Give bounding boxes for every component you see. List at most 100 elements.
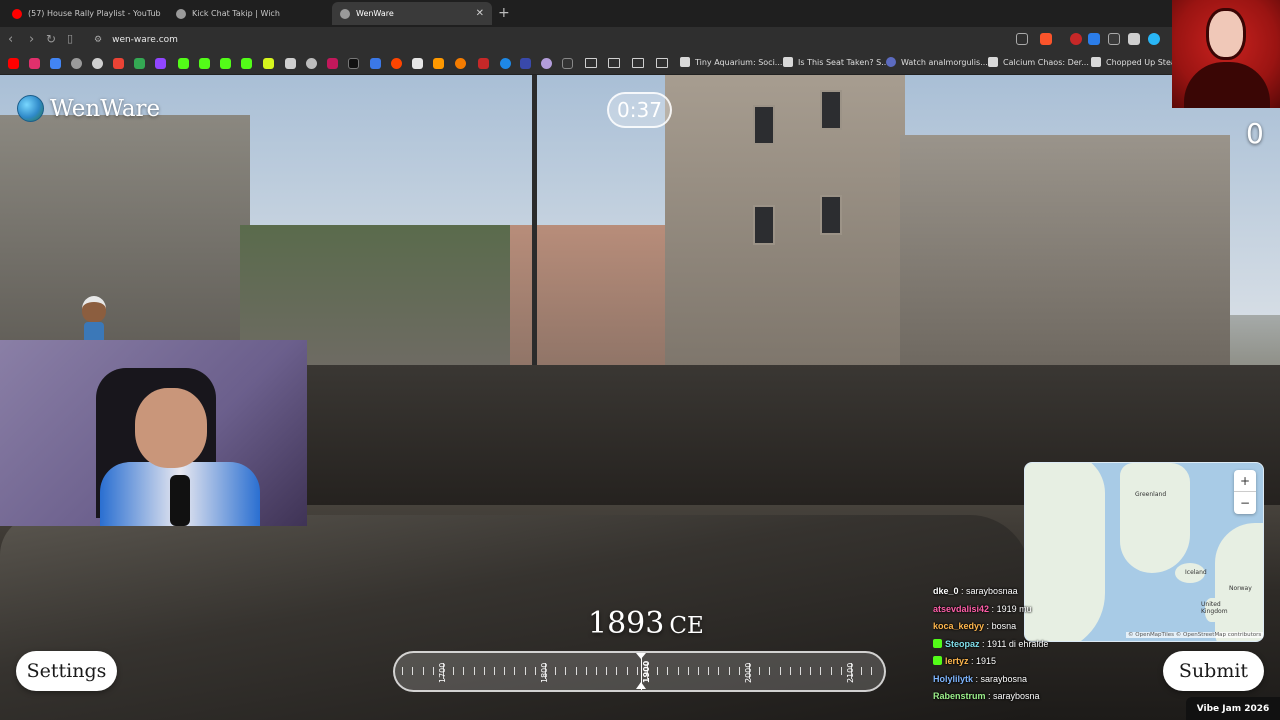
extension-icon[interactable] [263,58,274,69]
share-icon[interactable] [1016,33,1028,45]
extension-icon[interactable] [1070,33,1082,45]
extension-icon[interactable] [500,58,511,69]
extension-icon[interactable] [478,58,489,69]
chat-username[interactable]: koca_kedyy [933,621,984,631]
chat-separator: : [968,656,977,666]
chat-message: Rabenstrum : saraybosna [933,688,1173,706]
chat-username[interactable]: Holylilytk [933,674,973,684]
stream-overlay-portrait [1172,0,1280,108]
year-slider[interactable]: 1700 1800 1900 2000 2100 [393,651,886,692]
address-bar[interactable]: ⚙ wen-ware.com [86,30,1086,50]
youtube-icon [12,8,22,19]
slider-tick [596,667,597,675]
back-icon[interactable]: ‹ [8,32,13,47]
year-display: 1893 CE [588,606,704,641]
vibe-jam-badge[interactable]: Vibe Jam 2026 [1186,697,1280,720]
instagram-icon[interactable] [29,58,40,69]
chat-username[interactable]: lertyz [945,656,969,666]
map-label-greenland: Greenland [1135,491,1167,498]
submit-button[interactable]: Submit [1163,651,1264,691]
anchor-icon[interactable] [285,58,296,69]
extension-icon[interactable] [1088,33,1100,45]
settings-button[interactable]: Settings [16,651,117,691]
extension-icon[interactable] [455,58,466,69]
extension-icon[interactable] [1128,33,1140,45]
amazon-icon[interactable] [433,58,444,69]
kick-badge-icon [933,656,942,665]
chat-username[interactable]: Rabenstrum [933,691,986,701]
bookmark-calcium-chaos[interactable]: Calcium Chaos: Der... [988,57,1089,67]
bookmark-chopped-up[interactable]: Chopped Up Steam [1091,57,1184,67]
bookmark-icon[interactable]: ▯ [67,32,73,45]
slider-tick [830,667,832,675]
slider-tick [800,667,801,675]
globe-icon [176,8,186,19]
slider-tick [514,667,516,675]
kick-icon[interactable] [220,58,231,69]
folder-icon[interactable] [632,58,644,68]
slider-tick-label: 1700 [438,662,447,683]
chat-username[interactable]: Steopaz [945,639,980,649]
slider-tick [708,667,710,675]
translate-icon[interactable] [50,58,61,69]
extension-icon[interactable] [327,58,338,69]
close-tab-icon[interactable]: ✕ [476,8,484,19]
folder-icon[interactable] [608,58,620,68]
slider-tick-label: 2000 [744,662,753,683]
zoom-in-button[interactable]: + [1234,470,1256,492]
slider-tick [636,667,638,675]
kick-badge-icon [933,638,942,648]
drive-icon[interactable] [134,58,145,69]
tab-wenware[interactable]: WenWare ✕ [332,2,492,25]
kick-icon[interactable] [178,58,189,69]
chat-message: atsevdalisi42 : 1919 mu [933,601,1173,619]
url-text: wen-ware.com [112,35,178,45]
brave-shield-icon[interactable] [1040,33,1052,45]
browser-tabstrip: (57) House Rally Playlist - YouTub Kick … [0,0,1280,27]
gmail-icon[interactable] [113,58,124,69]
slider-tick [840,667,842,675]
extension-icon[interactable] [412,58,423,69]
vibe-jam-label: Vibe Jam 2026 [1196,703,1270,714]
zoom-out-button[interactable]: − [1234,492,1256,514]
chat-username[interactable]: dke_0 [933,586,959,596]
slider-tick [534,667,536,675]
extension-icon[interactable] [541,58,552,69]
youtube-icon[interactable] [8,58,19,69]
slider-tick [698,667,699,675]
twitch-icon[interactable] [155,58,166,69]
chat-text: 1911 di ehralde [987,638,1049,649]
reload-icon[interactable]: ↻ [46,32,56,46]
globe-icon [17,95,44,122]
extension-icon[interactable] [1108,33,1120,45]
new-tab-button[interactable]: + [498,5,510,21]
chat-separator: : [984,621,992,631]
score-counter: 0 [1246,117,1264,150]
forward-icon[interactable]: › [29,32,34,47]
extension-icon[interactable] [562,58,573,69]
globe-icon[interactable] [92,58,103,69]
extension-icon[interactable] [1148,33,1160,45]
tab-title: WenWare [356,9,394,18]
tab-kick-chat[interactable]: Kick Chat Takip | Wich [168,2,328,25]
folder-icon[interactable] [656,58,668,68]
slider-tick [524,667,526,675]
x-icon[interactable] [348,58,359,69]
chat-username[interactable]: atsevdalisi42 [933,604,989,614]
tab-youtube[interactable]: (57) House Rally Playlist - YouTub [4,2,162,25]
github-icon[interactable] [306,58,317,69]
chat-text: saraybosna [980,673,1028,684]
slider-tick [769,667,771,675]
globe-icon[interactable] [71,58,82,69]
extension-icon[interactable] [520,58,531,69]
slider-tick [718,667,720,675]
bookmark-watch[interactable]: Watch analmorgulis... [886,57,988,67]
site-settings-icon[interactable]: ⚙ [94,35,102,45]
kick-icon[interactable] [199,58,210,69]
kick-icon[interactable] [241,58,252,69]
bookmark-seat-taken[interactable]: Is This Seat Taken? S... [783,57,889,67]
bookmark-tiny-aquarium[interactable]: Tiny Aquarium: Soci... [680,57,782,67]
reddit-icon[interactable] [391,58,402,69]
folder-icon[interactable] [585,58,597,68]
extension-icon[interactable] [370,58,381,69]
